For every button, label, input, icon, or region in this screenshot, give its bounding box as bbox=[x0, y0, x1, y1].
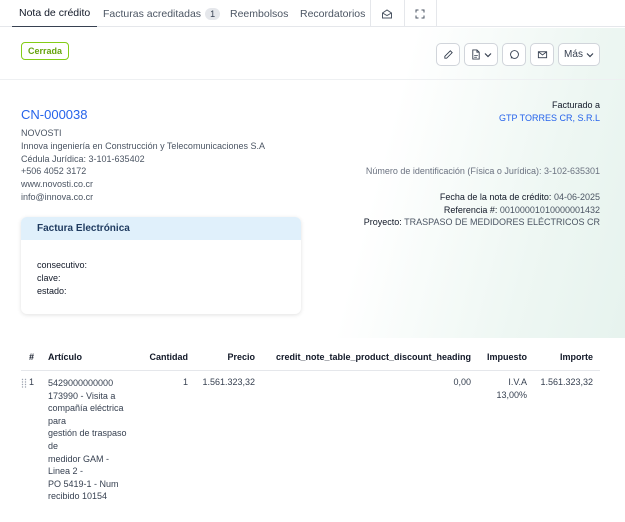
company-name: NOVOSTI bbox=[21, 128, 62, 138]
credit-note-date: Fecha de la nota de crédito: 04-06-2025 bbox=[440, 192, 600, 202]
status-badge: Cerrada bbox=[21, 42, 70, 60]
bill-to-customer[interactable]: GTP TORRES CR, S.R.L bbox=[499, 113, 600, 123]
item-price: 1.561.323,32 bbox=[202, 377, 255, 387]
item-desc-line: PO 5419-1 - Num bbox=[48, 478, 119, 489]
edit-button[interactable] bbox=[436, 43, 460, 66]
tab-label: Reembolsos bbox=[230, 7, 289, 20]
count-badge: 1 bbox=[205, 7, 221, 20]
header-divider bbox=[0, 79, 625, 80]
key-label: clave: bbox=[37, 273, 61, 283]
status-label: Cerrada bbox=[28, 46, 63, 56]
project: Proyecto: TRASPASO DE MEDIDORES ELÉCTRIC… bbox=[364, 217, 600, 227]
item-desc-line: compañía eléctrica bbox=[48, 403, 124, 414]
company-tax-id: Cédula Jurídica: 3-101-635402 bbox=[21, 154, 145, 164]
email-button[interactable] bbox=[530, 43, 554, 66]
item-quantity: 1 bbox=[182, 377, 188, 387]
consecutive-label: consecutivo: bbox=[37, 260, 88, 270]
tab-bar: Nota de crédito Facturas acreditadas 1 R… bbox=[0, 0, 625, 27]
tab-divider bbox=[404, 0, 405, 27]
project-value: TRASPASO DE MEDIDORES ELÉCTRICOS CR bbox=[404, 217, 600, 227]
item-desc-line: de bbox=[48, 440, 59, 451]
chevron-down-icon bbox=[586, 52, 594, 57]
drag-handle-icon[interactable] bbox=[21, 378, 27, 388]
tab-label: Recordatorios bbox=[300, 7, 366, 20]
tab-expand-icon[interactable] bbox=[407, 0, 433, 27]
envelope-icon bbox=[537, 51, 547, 59]
item-desc-line: gestión de traspaso bbox=[48, 428, 127, 439]
item-desc-line: para bbox=[48, 415, 67, 426]
col-header-item: Artículo bbox=[48, 352, 83, 362]
col-header-number: # bbox=[29, 352, 35, 362]
reference-number: Referencia #: 00100001010000001432 bbox=[444, 205, 600, 215]
row-number: 1 bbox=[29, 377, 35, 387]
col-header-price: Precio bbox=[227, 352, 255, 362]
tab-email-icon[interactable] bbox=[374, 0, 400, 27]
credit-note-number[interactable]: CN-000038 bbox=[21, 107, 88, 122]
tab-divider bbox=[370, 0, 371, 27]
company-website: www.novosti.co.cr bbox=[21, 179, 94, 189]
item-desc-line: recibido 10154 bbox=[48, 491, 108, 502]
item-discount: 0,00 bbox=[453, 377, 471, 387]
col-header-tax: Impuesto bbox=[486, 352, 527, 362]
tab-divider bbox=[436, 0, 437, 27]
expand-icon bbox=[415, 9, 425, 18]
tab-label: Nota de crédito bbox=[19, 7, 91, 19]
item-tax-name: I.V.A bbox=[508, 377, 527, 387]
col-header-quantity: Cantidad bbox=[149, 352, 188, 362]
reference-label: Referencia #: bbox=[443, 205, 498, 215]
more-label: Más bbox=[564, 49, 583, 60]
date-label: Fecha de la nota de crédito: bbox=[439, 192, 552, 202]
reference-value: 00100001010000001432 bbox=[499, 205, 600, 215]
company-legal-name: Innova ingeniería en Construcción y Tele… bbox=[21, 141, 265, 151]
envelope-open-icon bbox=[382, 8, 392, 18]
customer-id-number: Número de identificación (Física o Juríd… bbox=[365, 166, 600, 176]
item-description: 5429000000000 173990 - Visita a compañía… bbox=[48, 377, 143, 503]
col-header-amount: Importe bbox=[559, 352, 593, 362]
table-header-divider bbox=[21, 370, 600, 371]
company-email: info@innova.co.cr bbox=[21, 192, 94, 202]
date-value: 04-06-2025 bbox=[553, 192, 600, 202]
electronic-invoice-title: Factura Electrónica bbox=[21, 217, 301, 240]
more-dropdown-button[interactable]: Más bbox=[558, 43, 600, 66]
item-tax-rate: 13,00% bbox=[496, 390, 527, 400]
item-desc-line: medidor GAM - bbox=[48, 453, 110, 464]
col-header-discount: credit_note_table_product_discount_headi… bbox=[275, 352, 471, 362]
tab-credit-note[interactable]: Nota de crédito bbox=[12, 0, 98, 27]
item-amount: 1.561.323,32 bbox=[540, 377, 593, 387]
tab-reminders[interactable]: Recordatorios bbox=[300, 0, 365, 27]
chevron-down-icon bbox=[484, 52, 491, 57]
edit-icon bbox=[443, 50, 453, 59]
tab-refunds[interactable]: Reembolsos bbox=[230, 0, 288, 27]
company-phone: +506 4052 3172 bbox=[21, 166, 87, 176]
whatsapp-icon bbox=[509, 50, 519, 59]
item-desc-line: 173990 - Visita a bbox=[48, 390, 116, 401]
tab-label: Facturas acreditadas bbox=[103, 7, 202, 20]
whatsapp-button[interactable] bbox=[502, 43, 526, 66]
bill-to-label: Facturado a bbox=[551, 100, 600, 110]
project-label: Proyecto: bbox=[363, 217, 402, 227]
item-code: 5429000000000 bbox=[48, 378, 114, 388]
electronic-invoice-card: Factura Electrónica consecutivo: clave: … bbox=[21, 217, 301, 314]
file-pdf-icon bbox=[471, 49, 480, 60]
pdf-dropdown-button[interactable] bbox=[464, 43, 498, 66]
tab-credited-invoices[interactable]: Facturas acreditadas 1 bbox=[103, 0, 221, 27]
item-desc-line: Linea 2 - bbox=[48, 466, 84, 477]
state-label: estado: bbox=[37, 286, 67, 296]
